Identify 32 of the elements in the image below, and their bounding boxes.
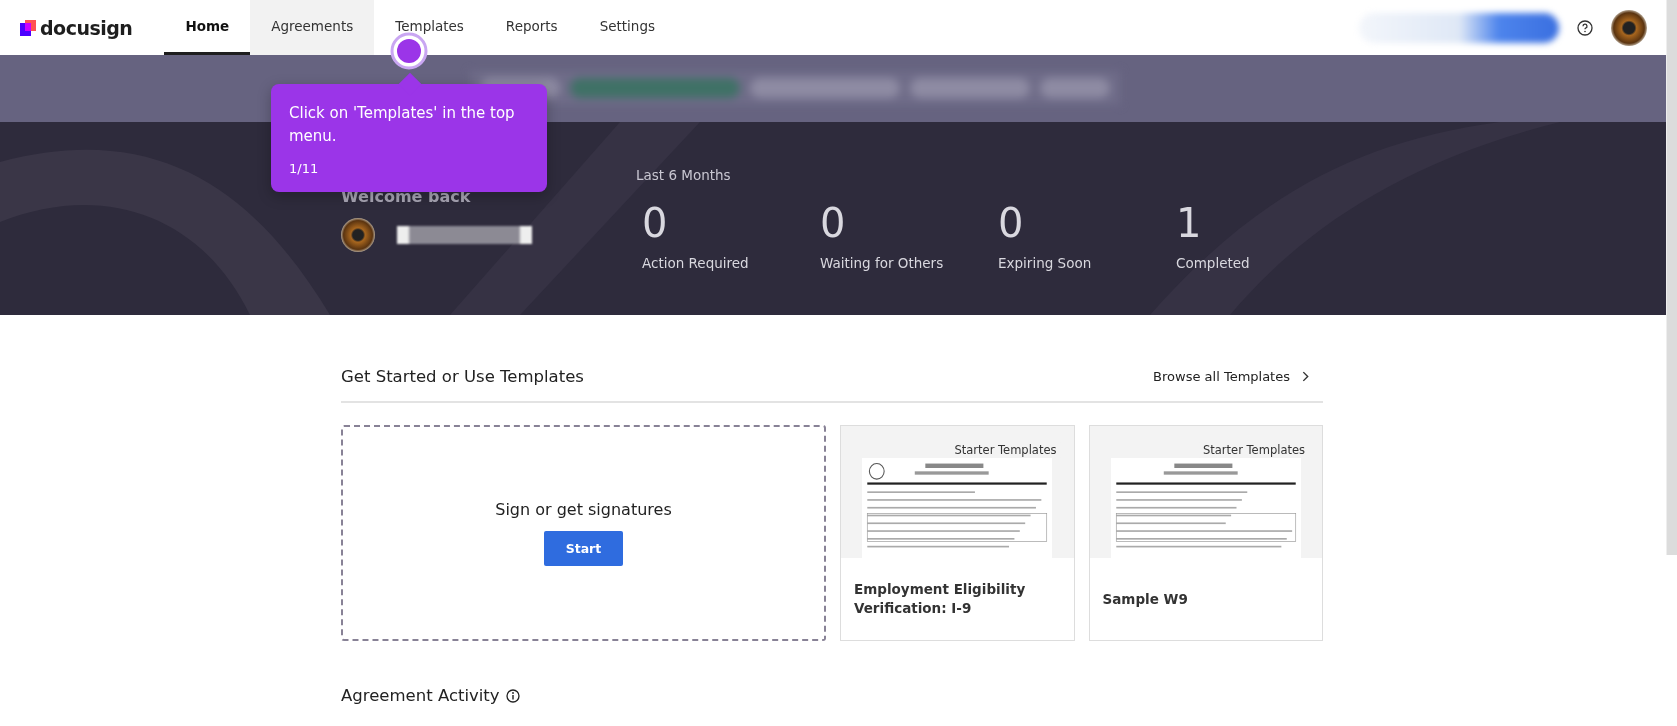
start-card-text: Sign or get signatures <box>495 500 672 519</box>
logo-text: docusign <box>40 16 133 39</box>
browse-templates-link[interactable]: Browse all Templates <box>1153 369 1309 384</box>
step-counter: 1/11 <box>289 161 320 176</box>
period-label: Last 6 Months <box>636 167 732 183</box>
nav-tab[interactable]: Reports <box>484 0 579 55</box>
chevron-right-icon <box>1302 371 1309 382</box>
stat-label[interactable]: Action Required <box>642 255 814 271</box>
logo-icon <box>20 19 36 36</box>
stat-label[interactable]: Expiring Soon <box>998 255 1170 271</box>
stat-label[interactable]: Waiting for Others <box>820 255 992 271</box>
help-icon[interactable] <box>1577 19 1593 36</box>
template-card[interactable]: Starter Templates Sample W9 <box>1088 425 1323 641</box>
stat-value[interactable]: 0 <box>820 199 992 247</box>
template-name: Sample W9 <box>1101 589 1189 609</box>
blurred-account-control[interactable] <box>1359 12 1559 43</box>
stat-value[interactable]: 0 <box>642 199 814 247</box>
start-button[interactable]: Start <box>543 531 624 566</box>
stat-label[interactable]: Completed <box>1176 255 1348 271</box>
section-title: Agreement Activity <box>341 686 500 705</box>
tooltip-text: Click on 'Templates' in the top menu. <box>289 103 516 147</box>
nav-tab[interactable]: Settings <box>578 0 677 55</box>
stat-value[interactable]: 1 <box>1176 199 1348 247</box>
avatar[interactable] <box>1611 9 1647 46</box>
stat-value[interactable]: 0 <box>998 199 1170 247</box>
avatar <box>341 218 375 252</box>
template-name: Employment Eligibility Verification: I-9 <box>853 580 1027 618</box>
template-card[interactable]: Starter Templates Employment Eligibility Verification: I-9 <box>840 425 1075 641</box>
nav-tab[interactable]: Agreements <box>250 0 375 55</box>
section-title: Get Started or Use Templates <box>341 367 584 386</box>
nav-tab[interactable]: Templates <box>374 0 485 55</box>
info-icon[interactable] <box>505 688 520 703</box>
